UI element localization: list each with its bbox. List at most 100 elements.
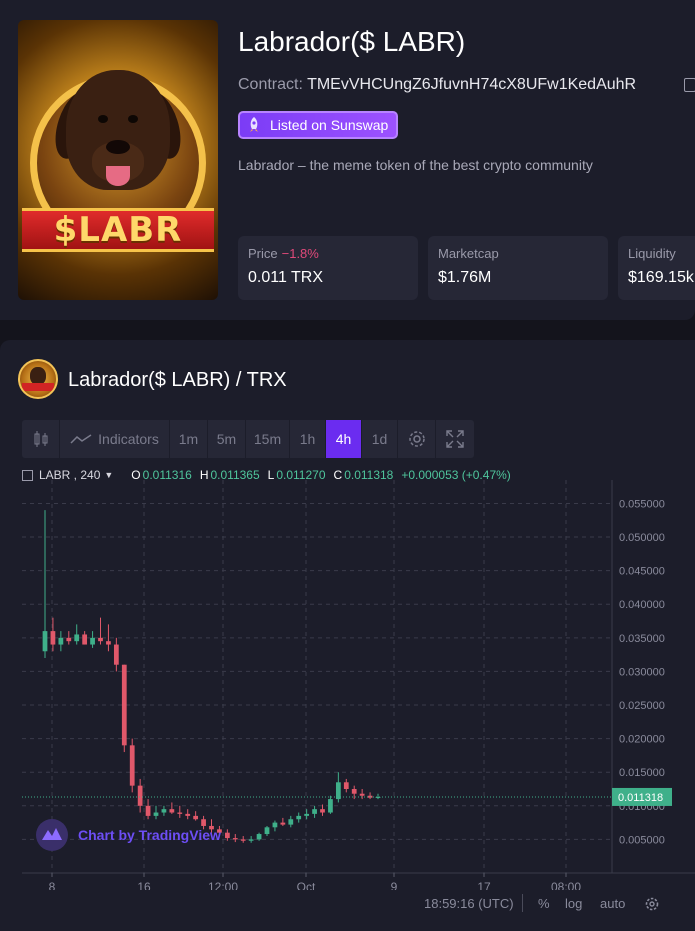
candle-body xyxy=(153,812,159,816)
log-toggle[interactable]: log xyxy=(565,896,582,911)
candle-body xyxy=(42,631,48,652)
candle-body xyxy=(137,785,143,806)
candle-body xyxy=(50,631,56,645)
x-tick-label: 16 xyxy=(137,880,151,890)
token-logo-small xyxy=(18,359,58,399)
collapse-legend-icon[interactable] xyxy=(22,469,33,481)
candle-body xyxy=(82,634,88,645)
listed-badge-label: Listed on Sunswap xyxy=(270,117,389,133)
candle-body xyxy=(264,827,270,835)
y-tick-label: 0.005000 xyxy=(619,834,665,846)
interval-15m[interactable]: 15m xyxy=(246,420,290,458)
contract-row: Contract: TMEvVHCUngZ6JfuvnH74cX8UFw1Ked… xyxy=(238,76,636,94)
candle-body xyxy=(272,822,278,828)
stat-price-label: Price xyxy=(248,246,278,261)
stat-marketcap-label: Marketcap xyxy=(438,246,499,261)
candle-body xyxy=(359,793,365,796)
indicators-label: Indicators xyxy=(98,431,159,447)
stat-price-value: 0.011 TRX xyxy=(248,269,324,286)
x-tick-label: 8 xyxy=(49,880,56,890)
candle-body xyxy=(304,813,310,816)
x-tick-label: Oct xyxy=(297,880,316,890)
token-description: Labrador – the meme token of the best cr… xyxy=(238,157,593,173)
candle-body xyxy=(296,815,302,820)
price-change: −1.8% xyxy=(281,246,319,261)
percent-toggle[interactable]: % xyxy=(538,896,550,911)
utc-time[interactable]: 18:59:16 (UTC) xyxy=(424,896,514,911)
interval-1d[interactable]: 1d xyxy=(362,420,398,458)
pair-title: Labrador($ LABR) / TRX xyxy=(68,369,287,391)
candle-body xyxy=(320,809,325,813)
token-logo-large: $LABR xyxy=(18,20,218,300)
candle-body xyxy=(98,637,103,642)
candle-body xyxy=(240,839,246,841)
small-banner xyxy=(22,383,54,391)
price-chart[interactable]: 0.005000 0.010000 0.015000 0.020000 0.025000… xyxy=(0,480,695,931)
interval-4h[interactable]: 4h xyxy=(326,420,362,458)
logo-banner: $LABR xyxy=(22,208,214,252)
listed-on-sunswap-button[interactable]: Listed on Sunswap xyxy=(238,111,399,139)
candle-body xyxy=(232,838,238,840)
interval-5m[interactable]: 5m xyxy=(208,420,246,458)
candle-body xyxy=(312,809,317,814)
stat-price: Price −1.8% 0.011 TRX xyxy=(238,236,418,300)
y-tick-label: 0.055000 xyxy=(619,498,665,510)
price-chart-svg[interactable]: 0.0050000.0100000.0150000.0200000.025000… xyxy=(0,480,695,894)
gear-icon[interactable] xyxy=(645,897,659,916)
candles-icon[interactable] xyxy=(22,420,60,458)
logo-text: $LABR xyxy=(53,210,183,250)
interval-1h[interactable]: 1h xyxy=(290,420,326,458)
stat-liquidity: Liquidity $169.15k xyxy=(618,236,695,300)
candle-body xyxy=(106,641,111,645)
y-tick-label: 0.020000 xyxy=(619,734,665,746)
stat-liquidity-label: Liquidity xyxy=(628,246,676,261)
indicators-icon xyxy=(70,434,92,444)
candle-body xyxy=(201,819,206,826)
y-tick-label: 0.045000 xyxy=(619,566,665,578)
auto-toggle[interactable]: auto xyxy=(600,896,625,911)
candle-body xyxy=(74,634,80,642)
x-tick-label: 9 xyxy=(391,880,398,890)
candle-body xyxy=(256,834,262,840)
candle-body xyxy=(113,644,119,665)
y-tick-label: 0.050000 xyxy=(619,532,665,544)
candle-body xyxy=(161,809,167,813)
y-tick-label: 0.025000 xyxy=(619,700,665,712)
gear-icon[interactable] xyxy=(398,420,436,458)
dog-eye-right xyxy=(128,115,138,123)
contract-address[interactable]: TMEvVHCUngZ6JfuvnH74cX8UFw1KedAuhR xyxy=(307,76,636,93)
candle-body xyxy=(288,819,294,825)
tradingview-watermark: Chart by TradingView xyxy=(78,827,221,843)
bottombar-divider xyxy=(522,894,523,912)
contract-label: Contract: xyxy=(238,76,303,93)
candle-body xyxy=(90,637,95,645)
candle-body xyxy=(351,789,357,794)
x-tick-label: 17 xyxy=(477,880,491,890)
candle-body xyxy=(185,813,191,816)
candle-body xyxy=(177,812,183,814)
fullscreen-icon[interactable] xyxy=(436,420,474,458)
stat-liquidity-value: $169.15k xyxy=(628,269,694,286)
candle-body xyxy=(129,745,135,786)
chevron-down-icon[interactable]: ▼ xyxy=(104,470,113,480)
tradingview-logo-icon xyxy=(36,819,68,851)
candle-body xyxy=(121,664,127,746)
candle-body xyxy=(280,822,286,825)
candle-body xyxy=(193,815,199,820)
token-title: Labrador($ LABR) xyxy=(238,26,466,57)
candle-body xyxy=(248,839,254,841)
stat-marketcap: Marketcap $1.76M xyxy=(428,236,608,300)
indicators-button[interactable]: Indicators xyxy=(60,420,170,458)
y-tick-label: 0.035000 xyxy=(619,633,665,645)
x-tick-label: 12:00 xyxy=(208,880,238,890)
y-tick-label: 0.040000 xyxy=(619,599,665,611)
candle-body xyxy=(224,832,230,839)
copy-icon[interactable] xyxy=(684,78,695,92)
x-tick-label: 08:00 xyxy=(551,880,581,890)
candle-body xyxy=(328,799,333,813)
interval-1m[interactable]: 1m xyxy=(170,420,208,458)
chart-card: Labrador($ LABR) / TRX Indicators 1m 5m … xyxy=(0,340,695,931)
chart-toolbar: Indicators 1m 5m 15m 1h 4h 1d xyxy=(22,420,474,458)
y-tick-label: 0.030000 xyxy=(619,666,665,678)
y-tick-label: 0.015000 xyxy=(619,767,665,779)
